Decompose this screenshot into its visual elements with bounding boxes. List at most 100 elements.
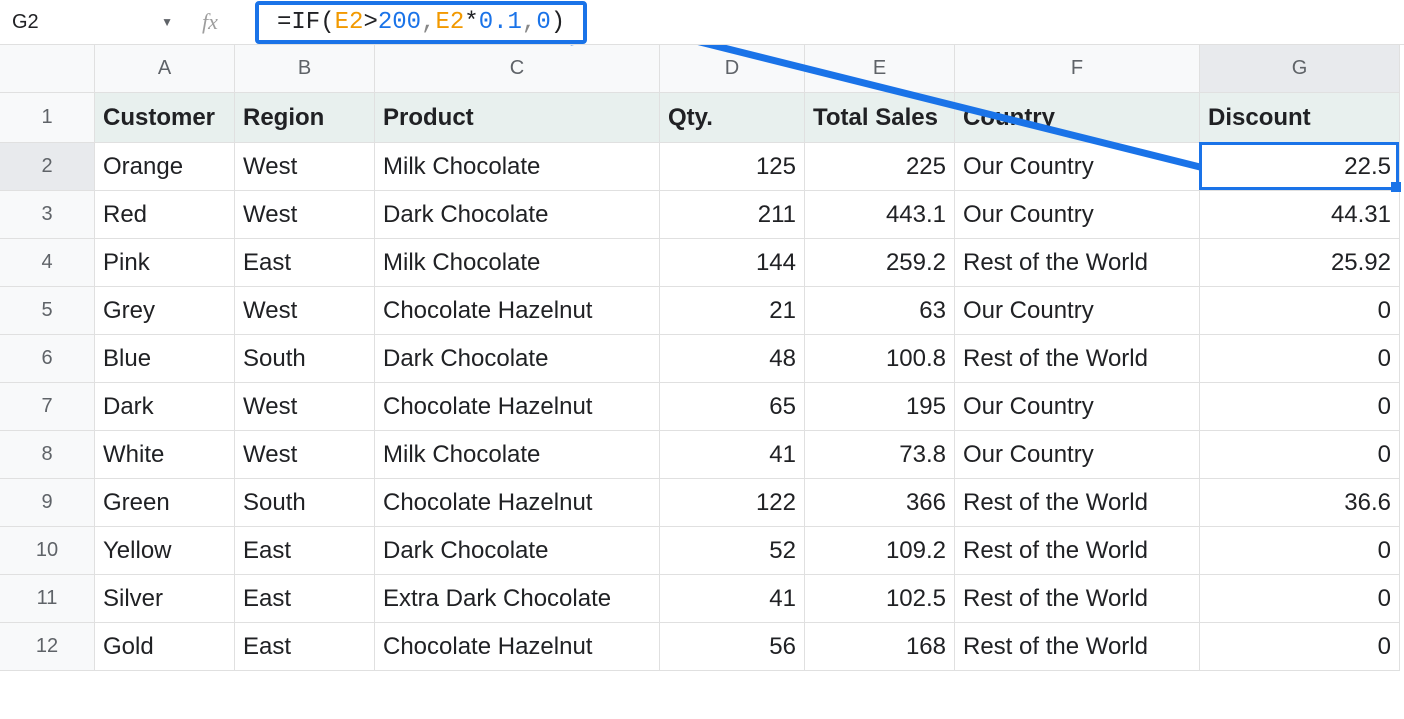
row-header-6[interactable]: 6 [0,335,95,383]
row-header-12[interactable]: 12 [0,623,95,671]
cell-B4[interactable]: East [235,239,375,287]
cell-C3[interactable]: Dark Chocolate [375,191,660,239]
row-header-7[interactable]: 7 [0,383,95,431]
cell-F12[interactable]: Rest of the World [955,623,1200,671]
cell-F11[interactable]: Rest of the World [955,575,1200,623]
cell-F9[interactable]: Rest of the World [955,479,1200,527]
cell-D4[interactable]: 144 [660,239,805,287]
cell-A2[interactable]: Orange [95,143,235,191]
col-header-B[interactable]: B [235,45,375,93]
row-header-5[interactable]: 5 [0,287,95,335]
cell-C11[interactable]: Extra Dark Chocolate [375,575,660,623]
cell-G3[interactable]: 44.31 [1200,191,1400,239]
cell-D8[interactable]: 41 [660,431,805,479]
cell-C7[interactable]: Chocolate Hazelnut [375,383,660,431]
cell-A7[interactable]: Dark [95,383,235,431]
col-header-E[interactable]: E [805,45,955,93]
col-header-C[interactable]: C [375,45,660,93]
select-all-corner[interactable] [0,45,95,93]
cell-B12[interactable]: East [235,623,375,671]
cell-A6[interactable]: Blue [95,335,235,383]
col-header-D[interactable]: D [660,45,805,93]
cell-A4[interactable]: Pink [95,239,235,287]
cell-G10[interactable]: 0 [1200,527,1400,575]
cell-D12[interactable]: 56 [660,623,805,671]
cell-C2[interactable]: Milk Chocolate [375,143,660,191]
cell-A9[interactable]: Green [95,479,235,527]
cell-G12[interactable]: 0 [1200,623,1400,671]
column-header-D[interactable]: Qty. [660,93,805,143]
cell-E4[interactable]: 259.2 [805,239,955,287]
cell-D11[interactable]: 41 [660,575,805,623]
column-header-E[interactable]: Total Sales [805,93,955,143]
cell-G4[interactable]: 25.92 [1200,239,1400,287]
row-header-1[interactable]: 1 [0,93,95,143]
cell-E11[interactable]: 102.5 [805,575,955,623]
column-header-F[interactable]: Country [955,93,1200,143]
cell-G9[interactable]: 36.6 [1200,479,1400,527]
cell-A11[interactable]: Silver [95,575,235,623]
cell-A3[interactable]: Red [95,191,235,239]
cell-A8[interactable]: White [95,431,235,479]
cell-G6[interactable]: 0 [1200,335,1400,383]
cell-F2[interactable]: Our Country [955,143,1200,191]
cell-D2[interactable]: 125 [660,143,805,191]
cell-F6[interactable]: Rest of the World [955,335,1200,383]
cell-F4[interactable]: Rest of the World [955,239,1200,287]
cell-E2[interactable]: 225 [805,143,955,191]
cell-A5[interactable]: Grey [95,287,235,335]
cell-F5[interactable]: Our Country [955,287,1200,335]
cell-G2[interactable]: 22.5 [1200,143,1400,191]
cell-C5[interactable]: Chocolate Hazelnut [375,287,660,335]
cell-A12[interactable]: Gold [95,623,235,671]
cell-F8[interactable]: Our Country [955,431,1200,479]
cell-C12[interactable]: Chocolate Hazelnut [375,623,660,671]
cell-E9[interactable]: 366 [805,479,955,527]
formula-input[interactable]: =IF(E2>200,E2*0.1,0) [255,1,587,44]
cell-C8[interactable]: Milk Chocolate [375,431,660,479]
cell-G11[interactable]: 0 [1200,575,1400,623]
cell-F3[interactable]: Our Country [955,191,1200,239]
cell-E10[interactable]: 109.2 [805,527,955,575]
fx-icon[interactable]: fx [185,9,235,35]
cell-B3[interactable]: West [235,191,375,239]
cell-B10[interactable]: East [235,527,375,575]
cell-D10[interactable]: 52 [660,527,805,575]
cell-E5[interactable]: 63 [805,287,955,335]
cell-C9[interactable]: Chocolate Hazelnut [375,479,660,527]
row-header-9[interactable]: 9 [0,479,95,527]
cell-C10[interactable]: Dark Chocolate [375,527,660,575]
cell-E7[interactable]: 195 [805,383,955,431]
row-header-8[interactable]: 8 [0,431,95,479]
cell-B9[interactable]: South [235,479,375,527]
cell-B2[interactable]: West [235,143,375,191]
cell-B6[interactable]: South [235,335,375,383]
cell-C6[interactable]: Dark Chocolate [375,335,660,383]
cell-B8[interactable]: West [235,431,375,479]
cell-F7[interactable]: Our Country [955,383,1200,431]
cell-F10[interactable]: Rest of the World [955,527,1200,575]
cell-G7[interactable]: 0 [1200,383,1400,431]
col-header-A[interactable]: A [95,45,235,93]
cell-B5[interactable]: West [235,287,375,335]
row-header-10[interactable]: 10 [0,527,95,575]
cell-E8[interactable]: 73.8 [805,431,955,479]
cell-E12[interactable]: 168 [805,623,955,671]
col-header-G[interactable]: G [1200,45,1400,93]
cell-C4[interactable]: Milk Chocolate [375,239,660,287]
column-header-G[interactable]: Discount [1200,93,1400,143]
cell-D5[interactable]: 21 [660,287,805,335]
cell-G8[interactable]: 0 [1200,431,1400,479]
cell-E3[interactable]: 443.1 [805,191,955,239]
cell-D6[interactable]: 48 [660,335,805,383]
name-box[interactable]: G2 ▼ [0,0,185,45]
col-header-F[interactable]: F [955,45,1200,93]
cell-G5[interactable]: 0 [1200,287,1400,335]
cell-B11[interactable]: East [235,575,375,623]
row-header-2[interactable]: 2 [0,143,95,191]
column-header-C[interactable]: Product [375,93,660,143]
row-header-11[interactable]: 11 [0,575,95,623]
row-header-3[interactable]: 3 [0,191,95,239]
cell-B7[interactable]: West [235,383,375,431]
cell-A10[interactable]: Yellow [95,527,235,575]
